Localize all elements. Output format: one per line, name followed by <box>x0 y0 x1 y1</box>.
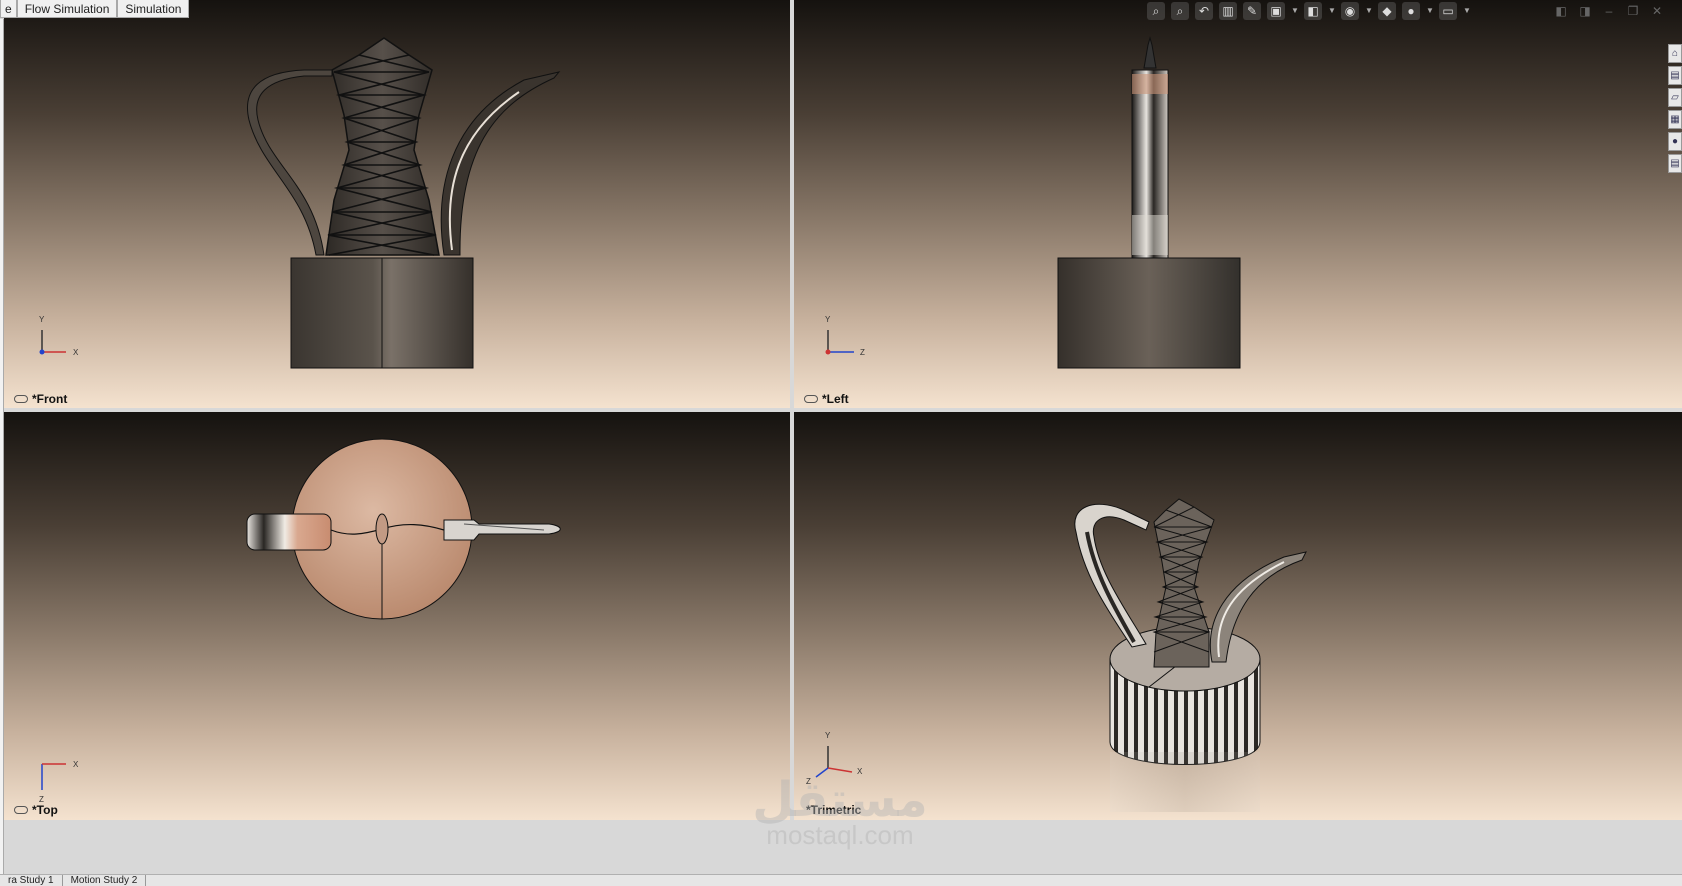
handle-top <box>246 513 332 551</box>
home-icon[interactable]: ⌂ <box>1668 44 1682 63</box>
dallah-spout <box>1209 551 1307 663</box>
view-orientation-icon[interactable]: ▣ <box>1267 2 1285 20</box>
watermark-latin: mostaql.com <box>766 820 914 850</box>
window-controls: ◧ ◨ – ❐ ✕ <box>1554 4 1664 18</box>
dallah-handle <box>247 69 333 256</box>
dynamic-annotation-icon[interactable]: ✎ <box>1243 2 1261 20</box>
task-pane: ⌂ ▤ ▱ ▦ ● ▤ <box>1668 44 1682 173</box>
section-view-icon[interactable]: ▥ <box>1219 2 1237 20</box>
viewport-next-icon[interactable]: ◨ <box>1578 4 1592 18</box>
viewport-top[interactable]: X Z *Top <box>4 412 790 820</box>
lid-top <box>375 513 389 545</box>
top-view-model: X Z <box>39 438 561 804</box>
design-library-icon[interactable]: ▤ <box>1668 66 1682 85</box>
tab-flow-simulation[interactable]: Flow Simulation <box>16 0 118 18</box>
viewport-label-left: *Left <box>804 392 849 406</box>
axis-label-x: X <box>857 767 863 776</box>
viewport-front[interactable]: Y X *Front <box>4 0 790 408</box>
heads-up-view-toolbar: ⌕ ⌕ ↶ ▥ ✎ ▣ ▼ ◧ ▼ ◉ ▼ ◆ ● ▼ ▭ ▼ <box>1147 2 1471 20</box>
hide-show-items-icon[interactable]: ◉ <box>1341 2 1359 20</box>
tab-study-1[interactable]: ra Study 1 <box>0 875 63 886</box>
chevron-down-icon[interactable]: ▼ <box>1291 2 1299 20</box>
view-palette-icon[interactable]: ▦ <box>1668 110 1682 129</box>
view-settings-icon[interactable]: ▭ <box>1439 2 1457 20</box>
link-views-icon[interactable] <box>14 806 28 814</box>
display-style-icon[interactable]: ◧ <box>1304 2 1322 20</box>
link-views-icon[interactable] <box>14 395 28 403</box>
viewport-label-trimetric: *Trimetric <box>806 803 861 817</box>
restore-icon[interactable]: ❐ <box>1626 4 1640 18</box>
chevron-down-icon[interactable]: ▼ <box>1365 2 1373 20</box>
chevron-down-icon[interactable]: ▼ <box>1426 2 1434 20</box>
viewport-name: *Trimetric <box>806 803 862 817</box>
link-views-icon[interactable] <box>804 395 818 403</box>
axis-label-y: Y <box>825 315 831 324</box>
file-explorer-icon[interactable]: ▱ <box>1668 88 1682 107</box>
viewport-label-top: *Top <box>14 803 58 817</box>
axis-label-x: X <box>73 760 79 769</box>
chevron-down-icon[interactable]: ▼ <box>1463 2 1471 20</box>
axis-label-x: X <box>73 348 79 357</box>
axis-label-z: Z <box>806 777 811 786</box>
tab-motion-study-2[interactable]: Motion Study 2 <box>63 875 147 886</box>
minimize-icon[interactable]: – <box>1602 4 1616 18</box>
zoom-to-area-icon[interactable]: ⌕ <box>1171 2 1189 20</box>
chevron-down-icon[interactable]: ▼ <box>1328 2 1336 20</box>
tab-cut-off[interactable]: e <box>0 0 17 18</box>
apply-scene-icon[interactable]: ● <box>1402 2 1420 20</box>
zoom-to-fit-icon[interactable]: ⌕ <box>1147 2 1165 20</box>
trimetric-view-model: Y X Z <box>806 498 1307 812</box>
dallah-handle <box>1074 503 1150 648</box>
viewport-prev-icon[interactable]: ◧ <box>1554 4 1568 18</box>
dallah-lid-finial <box>1143 36 1157 69</box>
viewport-name: *Top <box>32 803 58 817</box>
base-cylinder <box>1057 257 1241 369</box>
axis-label-z: Z <box>860 348 865 357</box>
tab-simulation[interactable]: Simulation <box>117 0 190 18</box>
axis-label-y: Y <box>39 315 45 324</box>
viewport-name: *Left <box>822 392 849 406</box>
bottom-study-tabs: ra Study 1 Motion Study 2 <box>0 874 1682 886</box>
left-view-model: Y Z <box>825 36 1241 369</box>
tab-strip: e Flow Simulation Simulation <box>0 0 190 19</box>
edit-appearance-icon[interactable]: ◆ <box>1378 2 1396 20</box>
front-view-model: Y X <box>39 37 561 369</box>
viewport-label-front: *Front <box>14 392 67 406</box>
custom-properties-icon[interactable]: ▤ <box>1668 154 1682 173</box>
viewport-trimetric[interactable]: Y X Z *Trimetric <box>794 412 1682 820</box>
previous-view-icon[interactable]: ↶ <box>1195 2 1213 20</box>
viewport-name: *Front <box>32 392 68 406</box>
axis-label-y: Y <box>825 731 831 740</box>
appearances-icon[interactable]: ● <box>1668 132 1682 151</box>
close-icon[interactable]: ✕ <box>1650 4 1664 18</box>
viewport-left[interactable]: Y Z *Left <box>794 0 1682 408</box>
